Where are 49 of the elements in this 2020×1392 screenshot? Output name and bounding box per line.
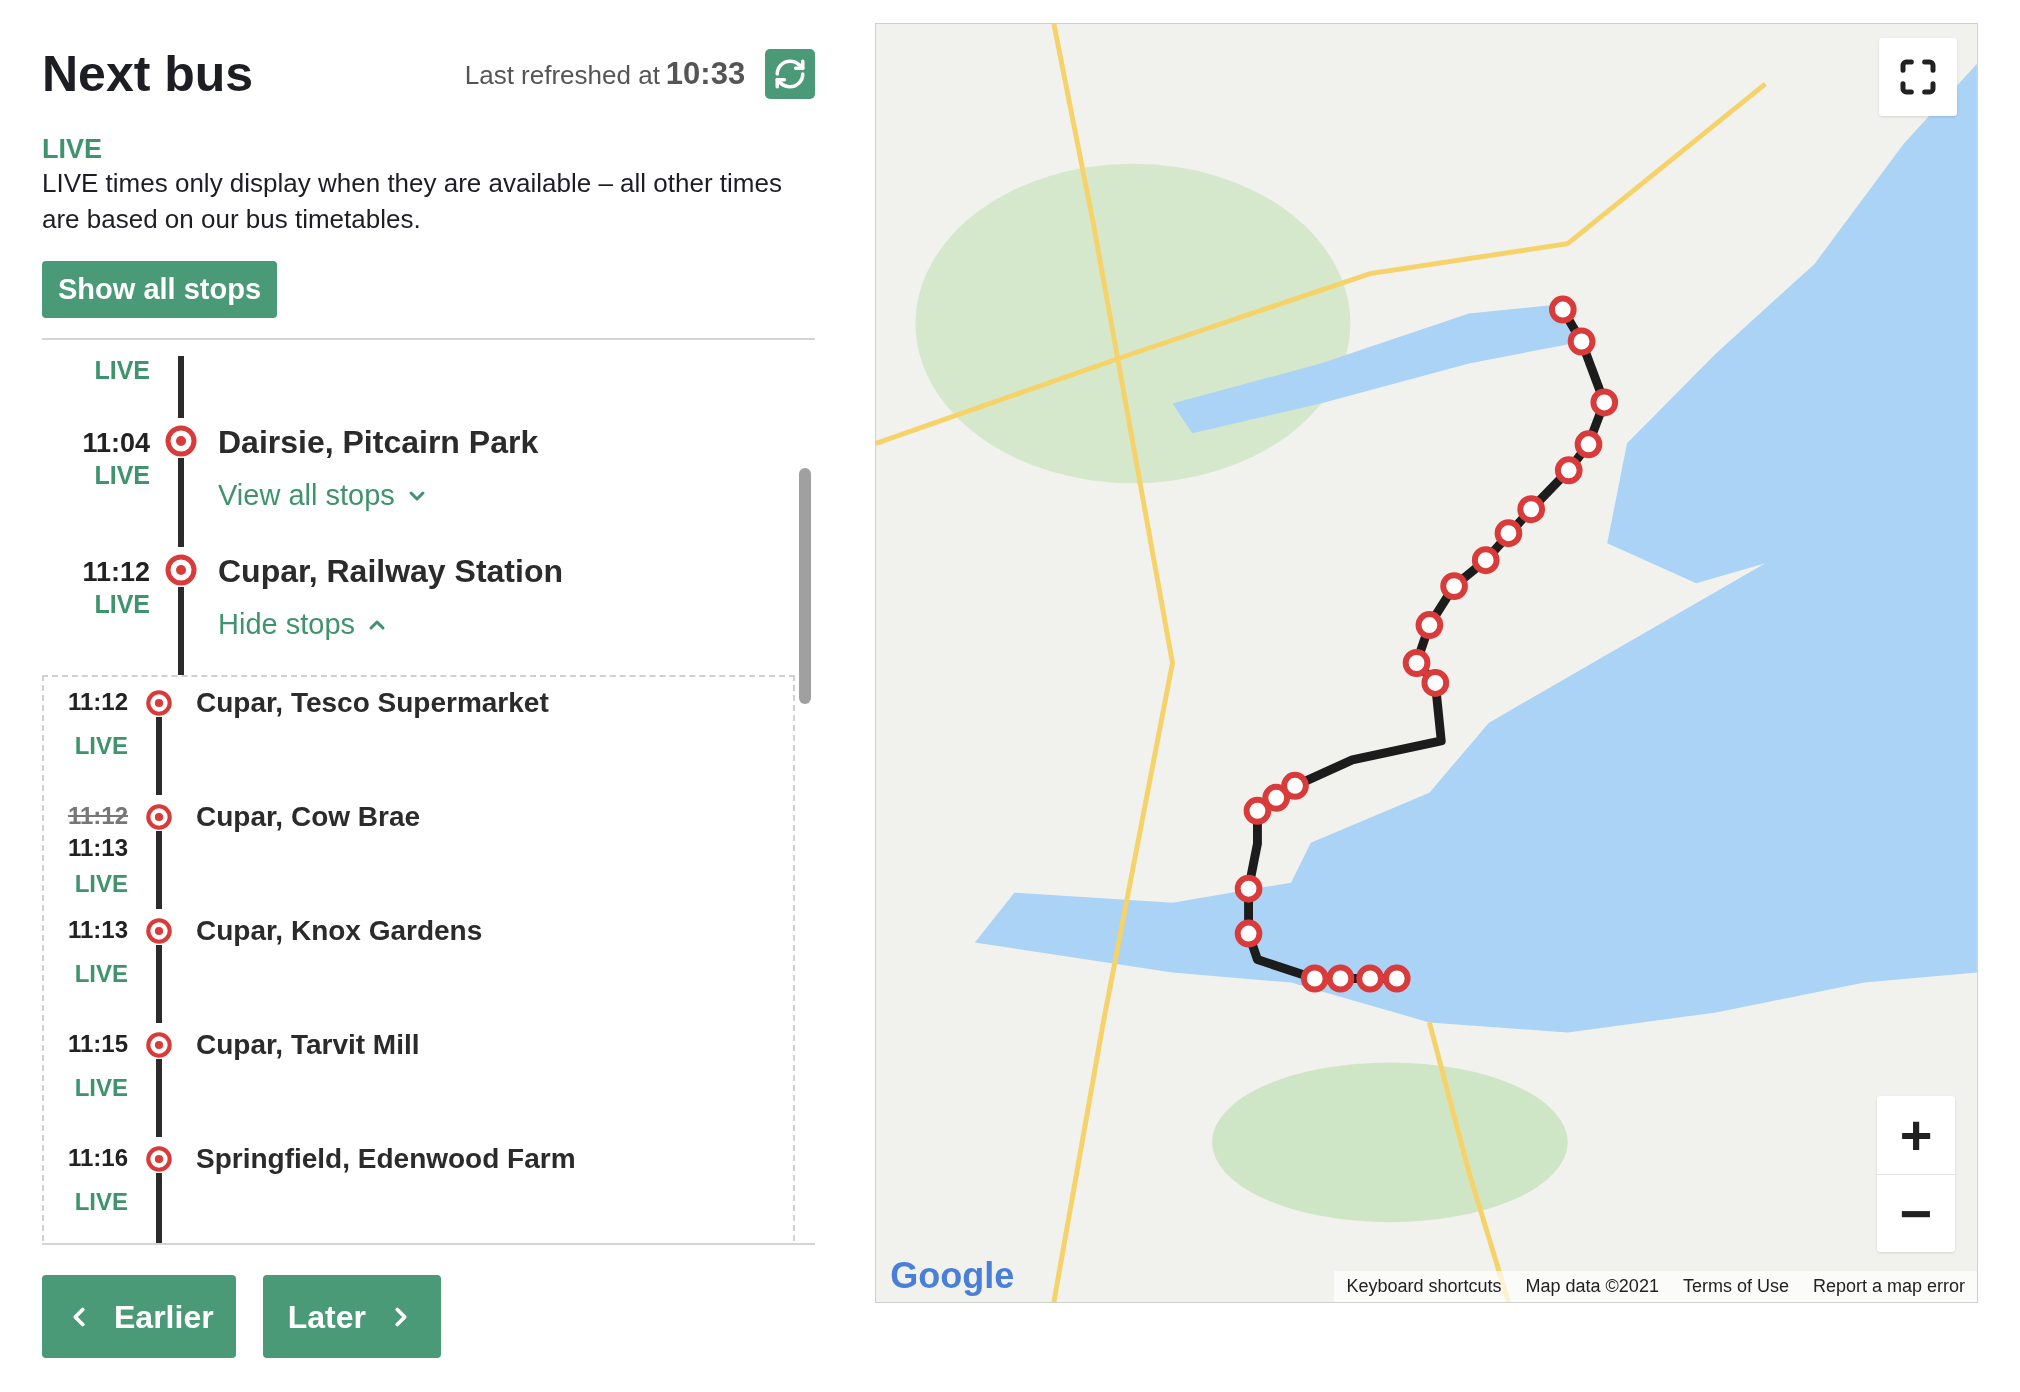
stop-marker-icon [145,917,173,945]
live-label: LIVE [94,355,150,386]
fullscreen-button[interactable] [1879,38,1957,116]
stop-name: Cupar, Railway Station [218,552,563,591]
page-title: Next bus [42,49,254,99]
toggle-stops-link[interactable]: View all stops [218,474,539,518]
live-label: LIVE [74,731,128,761]
stop-marker-icon [145,689,173,717]
map-attribution-link[interactable]: Report a map error [1812,1273,1965,1300]
stop-name: Cupar, Tesco Supermarket [196,687,549,718]
live-label: LIVE [94,589,150,619]
departure-time: 11:12 [82,556,150,589]
stop-marker-icon [164,424,198,458]
scheduled-time: 11:12 [67,801,128,831]
stop-marker-icon [164,553,198,587]
stop-name: Cupar, Cow Brae [196,801,421,832]
stop-marker-icon [145,1145,173,1173]
live-label: LIVE [74,1187,128,1217]
map-logo: Google [890,1258,1015,1294]
stop-name: Dairsie, Pitcairn Park [218,423,539,462]
zoom-in-button[interactable]: + [1877,1096,1955,1174]
toggle-stops-link[interactable]: Hide stops [218,603,563,647]
refresh-label: Last refreshed at [464,58,660,92]
stop-marker-icon [145,803,173,831]
live-label: LIVE [74,1073,128,1103]
map-attribution-link[interactable]: Map data ©2021 [1525,1273,1659,1300]
stop-name: Cupar, Knox Gardens [196,915,483,946]
refresh-icon [773,57,808,91]
departure-time: 11:13 [67,915,128,945]
map-attribution-link[interactable]: Terms of Use [1682,1273,1789,1300]
departure-time: 11:12 [67,687,128,717]
stop-name: Cupar, Tarvit Mill [196,1029,420,1060]
departure-time: 11:13 [67,833,128,863]
zoom-out-button[interactable]: − [1877,1174,1955,1252]
live-label: LIVE [74,869,128,899]
departure-time: 11:04 [82,427,150,460]
refresh-button[interactable] [765,49,816,99]
live-heading: LIVE [42,133,103,165]
fullscreen-icon [1898,57,1938,97]
refresh-time: 10:33 [665,54,746,93]
stop-name: Springfield, Edenwood Farm [196,1143,576,1174]
scrollbar[interactable] [799,468,812,704]
stop-marker-icon [145,1031,173,1059]
departure-time: 11:16 [67,1143,128,1173]
live-notice: LIVE times only display when they are available – all other times are based on our bus timetables. [42,167,783,236]
map-attribution-link[interactable]: Keyboard shortcuts [1346,1273,1502,1300]
live-label: LIVE [74,959,128,989]
live-label: LIVE [94,460,150,490]
departure-time: 11:15 [67,1029,128,1059]
